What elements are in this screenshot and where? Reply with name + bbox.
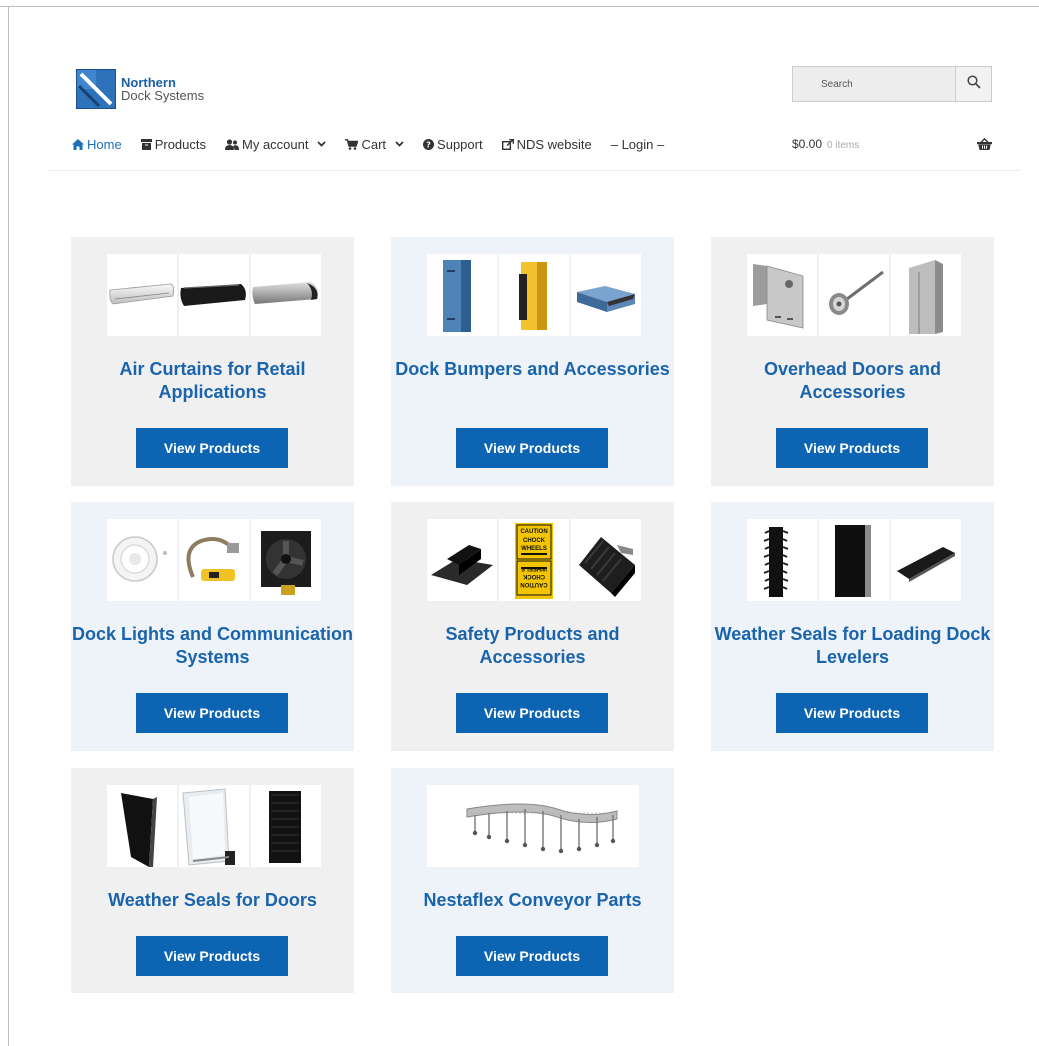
search-input[interactable] (792, 66, 956, 102)
overhead-door-part-image[interactable] (891, 254, 961, 336)
nav-home[interactable]: Home (72, 137, 122, 152)
air-curtain-image[interactable] (179, 254, 249, 336)
view-products-button[interactable]: View Products (456, 693, 608, 733)
nav-login[interactable]: – Login – (611, 137, 665, 152)
search-form (792, 66, 992, 102)
conveyor-image[interactable] (427, 785, 639, 867)
logo-icon (76, 69, 116, 109)
category-card-nestaflex: Nestaflex Conveyor Parts View Products (391, 768, 674, 993)
dock-bumper-image[interactable] (499, 254, 569, 336)
nav-my-account[interactable]: My account (225, 137, 327, 152)
product-thumbnails (427, 254, 641, 336)
view-products-button[interactable]: View Products (456, 428, 608, 468)
view-products-button[interactable]: View Products (136, 693, 288, 733)
dock-bumper-image[interactable] (571, 254, 641, 336)
logo-line-2: Dock Systems (121, 88, 205, 103)
dock-light-image[interactable] (107, 519, 177, 601)
home-icon (72, 139, 84, 150)
category-title[interactable]: Air Curtains for Retail Applications (71, 358, 354, 404)
header-cart-summary[interactable]: $0.00 0 items (792, 137, 859, 151)
brush-seal-image[interactable] (747, 519, 817, 601)
cart-total: $0.00 (792, 137, 823, 151)
caution-text: CAUTION (520, 581, 547, 587)
page-frame-top (0, 6, 1039, 7)
caution-text: CAUTION (520, 529, 547, 535)
caution-sign-image[interactable]: CAUTION CHOCK WHEELS CAUTION CHOCK WHEEL… (499, 519, 569, 601)
product-thumbnails (107, 519, 321, 601)
door-seal-image[interactable] (251, 785, 321, 867)
category-card-weather-seals-doors: Weather Seals for Doors View Products (71, 768, 354, 993)
chevron-down-icon (395, 139, 404, 150)
category-card-air-curtains: Air Curtains for Retail Applications Vie… (71, 237, 354, 486)
product-thumbnails (747, 519, 961, 601)
nav-cart[interactable]: Cart (345, 137, 404, 152)
nav-products-label: Products (154, 137, 206, 152)
category-title[interactable]: Safety Products and Accessories (391, 623, 674, 669)
wheel-chock-image[interactable] (427, 519, 497, 601)
header-divider (48, 170, 1020, 171)
archive-icon (140, 139, 152, 150)
view-products-button[interactable]: View Products (776, 693, 928, 733)
product-thumbnails (107, 254, 321, 336)
wheel-chock-image[interactable] (571, 519, 641, 601)
nav-nds-website-label: NDS website (516, 137, 592, 152)
category-title[interactable]: Overhead Doors and Accessories (711, 358, 994, 404)
category-title[interactable]: Weather Seals for Doors (71, 889, 354, 912)
external-link-icon (501, 139, 514, 150)
main-navigation: Home Products My account Cart ? Support (72, 137, 683, 152)
view-products-button[interactable]: View Products (136, 428, 288, 468)
category-card-dock-bumpers: Dock Bumpers and Accessories View Produc… (391, 237, 674, 486)
search-button[interactable] (956, 66, 992, 102)
wheels-text: WHEELS (521, 565, 547, 571)
wheels-text: WHEELS (521, 546, 547, 552)
view-products-button[interactable]: View Products (136, 936, 288, 976)
view-products-button[interactable]: View Products (456, 936, 608, 976)
chock-text: CHOCK (523, 538, 546, 544)
overhead-door-part-image[interactable] (747, 254, 817, 336)
nav-login-label: – Login – (610, 137, 665, 152)
site-logo[interactable]: Northern Dock Systems (76, 69, 204, 109)
brush-seal-image[interactable] (891, 519, 961, 601)
nav-nds-website[interactable]: NDS website (501, 137, 592, 152)
brush-seal-image[interactable] (819, 519, 889, 601)
product-thumbnails: CAUTION CHOCK WHEELS CAUTION CHOCK WHEEL… (427, 519, 641, 601)
category-card-dock-lights: Dock Lights and Communication Systems Vi… (71, 502, 354, 751)
chock-text: CHOCK (522, 573, 545, 579)
nav-support[interactable]: ? Support (423, 137, 483, 152)
logo-text: Northern Dock Systems (121, 76, 204, 102)
cart-icon (345, 139, 359, 150)
nav-products[interactable]: Products (140, 137, 206, 152)
nav-my-account-label: My account (242, 137, 309, 152)
nav-support-label: Support (437, 137, 483, 152)
chevron-down-icon (317, 139, 327, 150)
question-circle-icon: ? (423, 139, 435, 150)
page-frame-left (8, 6, 9, 1046)
product-thumbnails (427, 785, 639, 867)
basket-icon[interactable] (977, 137, 992, 155)
category-card-safety-products: CAUTION CHOCK WHEELS CAUTION CHOCK WHEEL… (391, 502, 674, 751)
category-title[interactable]: Nestaflex Conveyor Parts (391, 889, 674, 912)
svg-text:?: ? (426, 141, 431, 150)
nav-home-label: Home (87, 137, 122, 152)
dock-bumper-image[interactable] (427, 254, 497, 336)
door-seal-image[interactable] (107, 785, 177, 867)
search-icon (966, 74, 981, 94)
product-thumbnails (107, 785, 321, 867)
dock-light-image[interactable] (179, 519, 249, 601)
category-title[interactable]: Dock Bumpers and Accessories (391, 358, 674, 381)
nav-cart-label: Cart (361, 137, 387, 152)
category-card-overhead-doors: Overhead Doors and Accessories View Prod… (711, 237, 994, 486)
category-title[interactable]: Weather Seals for Loading Dock Levelers (711, 623, 994, 669)
overhead-door-part-image[interactable] (819, 254, 889, 336)
users-icon (225, 139, 239, 150)
air-curtain-image[interactable] (107, 254, 177, 336)
dock-light-image[interactable] (251, 519, 321, 601)
category-title[interactable]: Dock Lights and Communication Systems (71, 623, 354, 669)
door-seal-image[interactable] (179, 785, 249, 867)
product-thumbnails (747, 254, 961, 336)
cart-item-count: 0 items (827, 140, 860, 151)
air-curtain-image[interactable] (251, 254, 321, 336)
category-card-weather-seals-levelers: Weather Seals for Loading Dock Levelers … (711, 502, 994, 751)
view-products-button[interactable]: View Products (776, 428, 928, 468)
